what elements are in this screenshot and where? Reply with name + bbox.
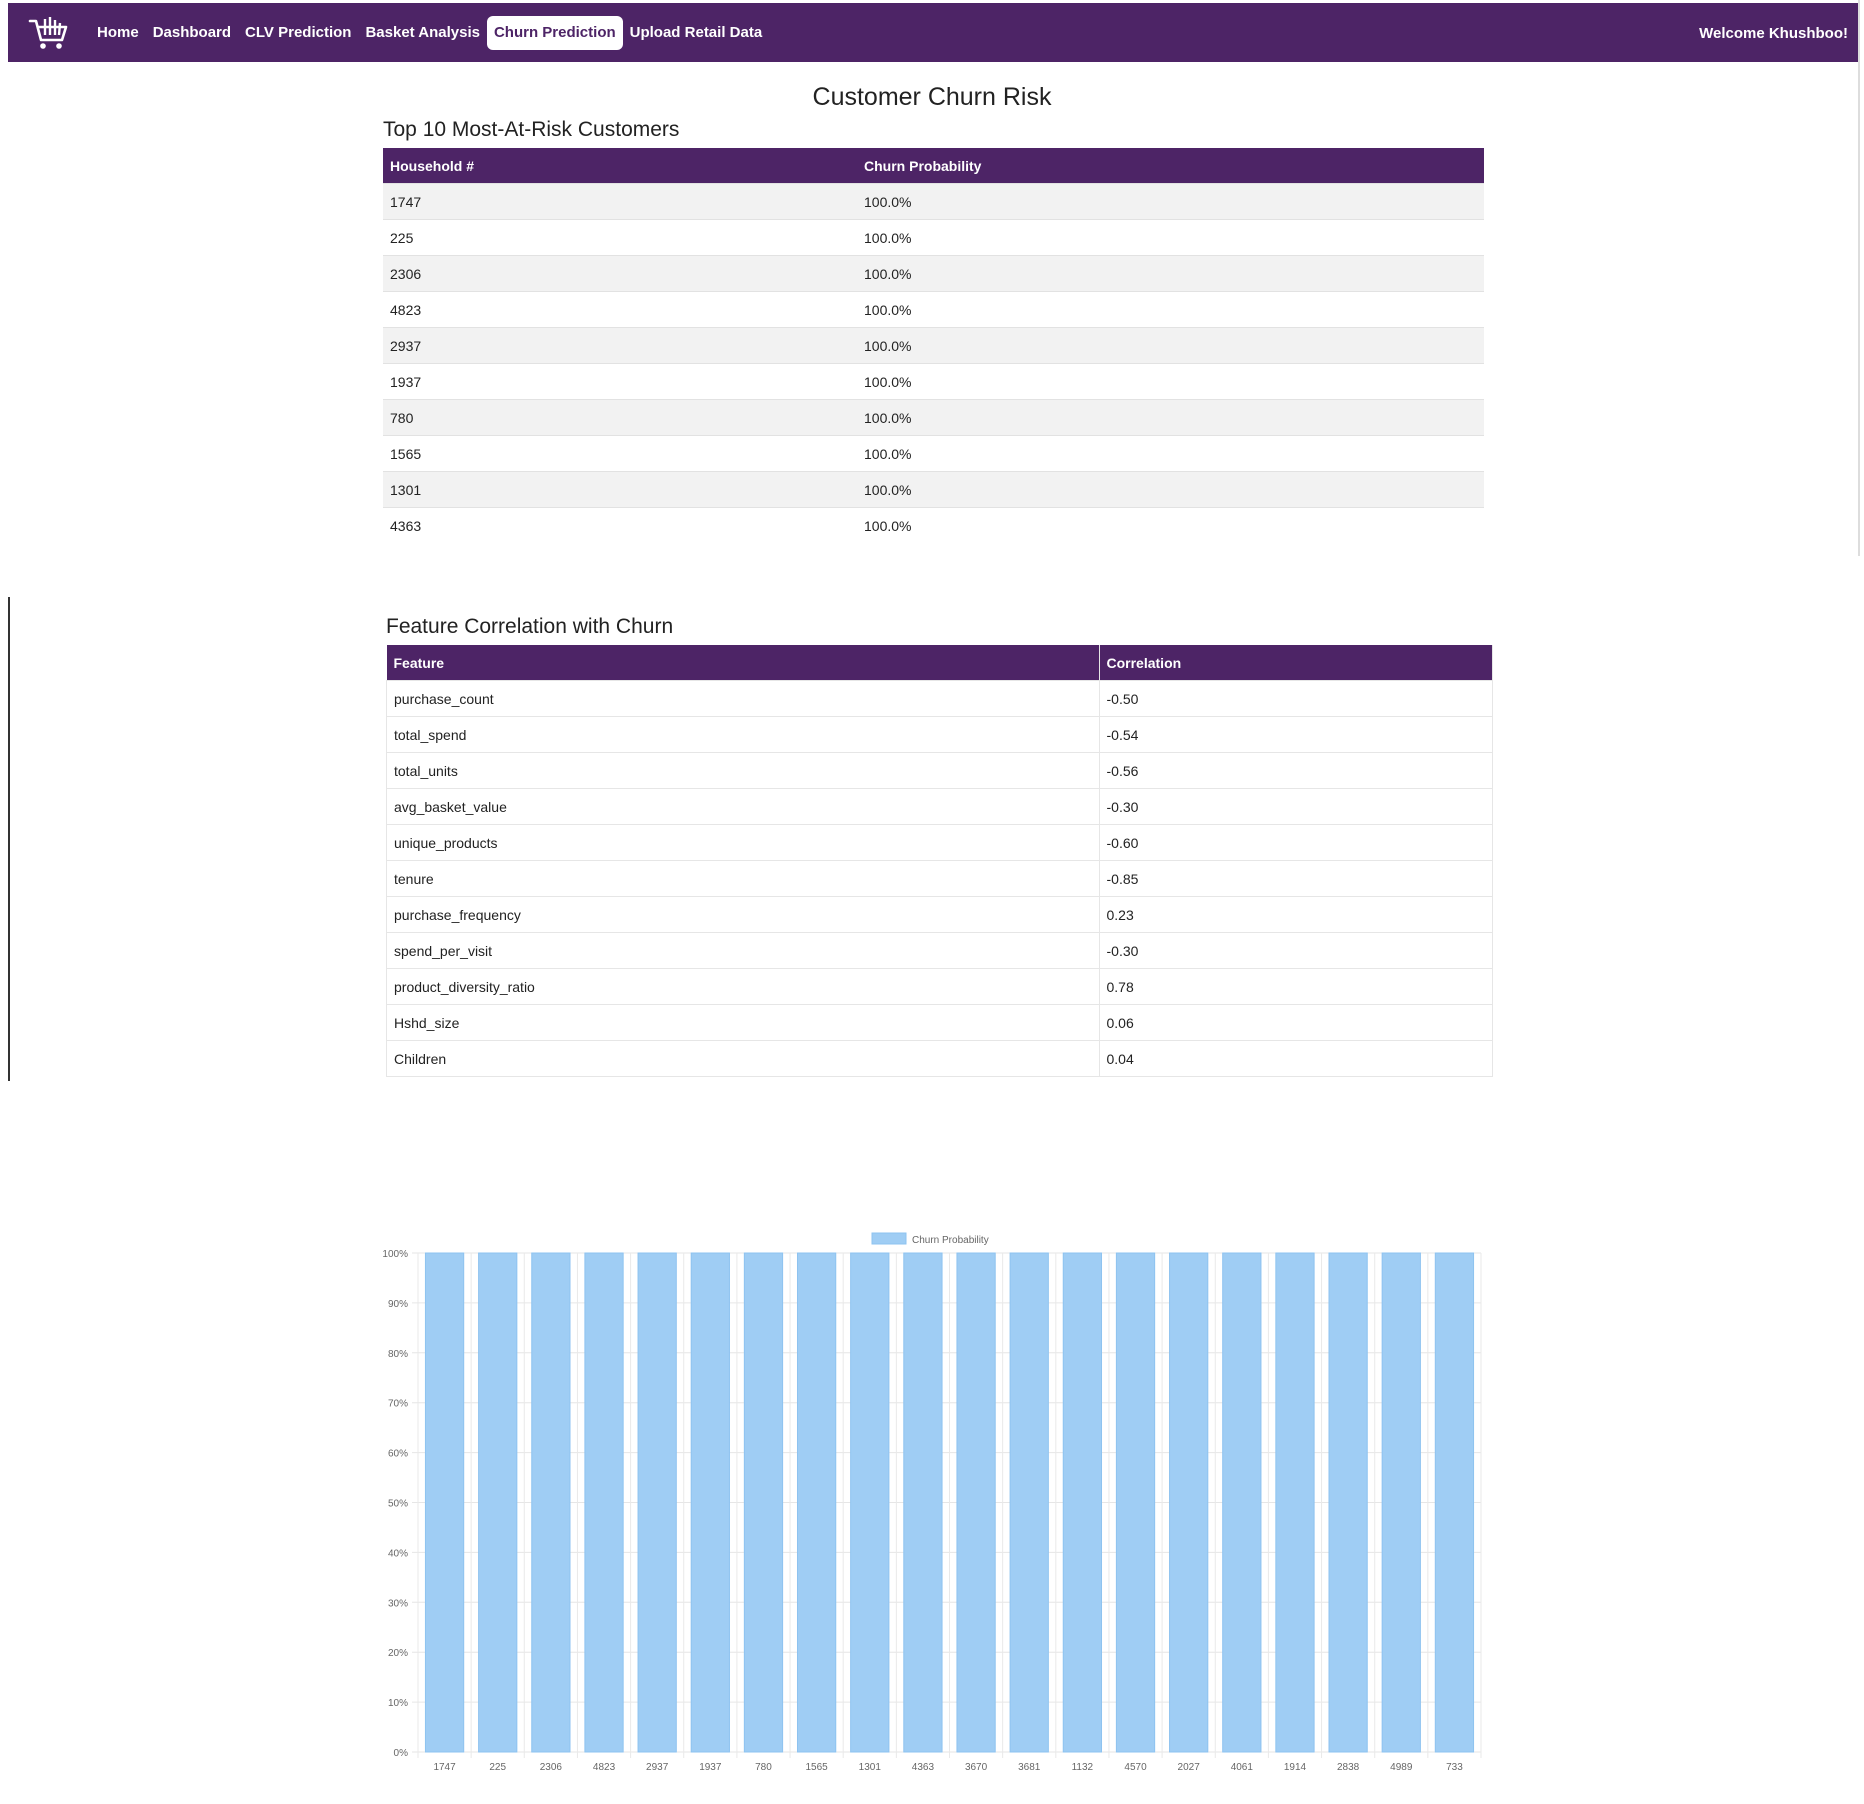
legend-label: Churn Probability <box>912 1235 989 1246</box>
x-tick-label: 1937 <box>699 1762 722 1773</box>
x-tick-label: 2937 <box>646 1762 669 1773</box>
bar <box>743 1252 784 1753</box>
bar <box>956 1252 996 1753</box>
bar <box>1434 1252 1475 1753</box>
x-tick-label: 2838 <box>1337 1762 1360 1773</box>
bar <box>478 1252 518 1753</box>
bar <box>1328 1252 1368 1753</box>
y-tick-label: 0% <box>394 1748 409 1759</box>
churn-probability-bar-chart: 0% 10% 20% 30% 40% 50% 60% 70% 80% 90% 100% 1747 225… <box>382 1232 1482 1773</box>
x-tick-label: 1132 <box>1072 1762 1094 1773</box>
bar <box>690 1252 730 1753</box>
x-tick-label: 1914 <box>1284 1762 1307 1773</box>
bar <box>903 1252 943 1753</box>
x-tick-label: 4570 <box>1124 1762 1147 1773</box>
x-tick-label: 780 <box>755 1762 772 1773</box>
bar <box>1275 1252 1315 1753</box>
x-tick-label: 3670 <box>965 1762 988 1773</box>
y-tick-label: 10% <box>388 1698 408 1709</box>
bar <box>1115 1252 1156 1753</box>
bar <box>424 1252 465 1753</box>
x-tick-label: 4989 <box>1390 1762 1413 1773</box>
x-tick-label: 1301 <box>859 1762 882 1773</box>
y-tick-label: 30% <box>388 1598 408 1609</box>
y-tick-label: 80% <box>388 1349 408 1360</box>
bar <box>637 1252 677 1753</box>
y-tick-label: 90% <box>388 1299 408 1310</box>
bar <box>584 1252 624 1753</box>
legend-swatch <box>871 1232 907 1245</box>
y-tick-label: 70% <box>388 1399 408 1410</box>
x-tick-label: 1747 <box>433 1762 456 1773</box>
x-tick-label: 4363 <box>912 1762 935 1773</box>
y-tick-label: 50% <box>388 1499 408 1510</box>
x-tick-label: 733 <box>1446 1762 1463 1773</box>
x-tick-label: 2027 <box>1178 1762 1201 1773</box>
x-tick-label: 2306 <box>540 1762 563 1773</box>
y-tick-label: 60% <box>388 1449 408 1460</box>
bar <box>1062 1252 1103 1753</box>
bar <box>850 1252 890 1753</box>
x-tick-label: 4823 <box>593 1762 616 1773</box>
x-tick-label: 1565 <box>806 1762 829 1773</box>
bar <box>1381 1252 1421 1753</box>
y-tick-label: 20% <box>388 1648 408 1659</box>
bar <box>531 1252 571 1753</box>
bar <box>1222 1252 1262 1753</box>
y-tick-label: 40% <box>388 1548 408 1559</box>
x-tick-label: 225 <box>489 1762 506 1773</box>
y-tick-label: 100% <box>382 1249 408 1260</box>
x-tick-label: 4061 <box>1231 1762 1254 1773</box>
bar <box>796 1252 837 1753</box>
bar <box>1169 1252 1209 1753</box>
bar <box>1009 1252 1049 1753</box>
x-tick-label: 3681 <box>1018 1762 1041 1773</box>
